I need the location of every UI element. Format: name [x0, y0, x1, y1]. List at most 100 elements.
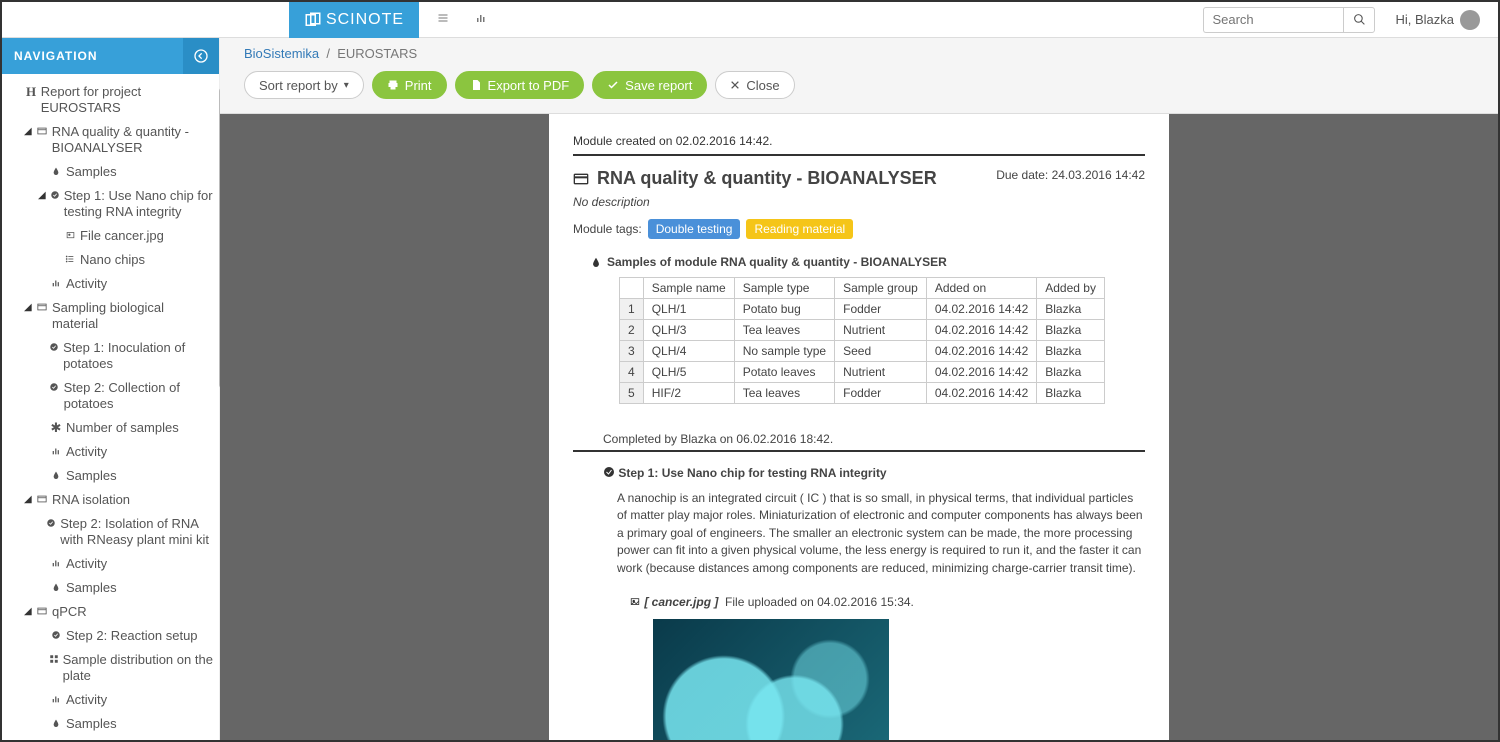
breadcrumb-org[interactable]: BioSistemika	[244, 46, 319, 61]
image-icon	[629, 597, 641, 607]
topbar: SCINOTE Hi, Blazka	[2, 2, 1498, 38]
samples-table: Sample nameSample typeSample groupAdded …	[619, 277, 1105, 404]
nav-item[interactable]: ◢Sampling biological material	[24, 296, 215, 336]
nav-item-label: Samples	[66, 716, 117, 732]
collapse-icon	[193, 48, 209, 64]
nav-item[interactable]: HReport for project EUROSTARS	[14, 80, 215, 120]
print-icon	[387, 79, 399, 91]
credit-card-icon	[573, 171, 589, 187]
nav-item-label: File cancer.jpg	[80, 228, 164, 244]
file-row: [ cancer.jpg ] File uploaded on 04.02.20…	[629, 595, 1145, 609]
search-button[interactable]	[1343, 7, 1375, 33]
nav-item-label: Activity	[66, 444, 107, 460]
nav-item-label: Step 2: Isolation of RNA with RNeasy pla…	[60, 516, 213, 548]
nav-item[interactable]: Activity	[38, 688, 215, 712]
nav-item-label: qPCR	[52, 604, 87, 620]
close-button[interactable]: Close	[715, 71, 794, 99]
breadcrumb: BioSistemika / EUROSTARS	[220, 38, 1498, 61]
nav-item-icon	[64, 252, 76, 268]
search-input[interactable]	[1203, 7, 1343, 33]
activities-icon[interactable]	[475, 12, 495, 27]
nav-item-label: Samples	[66, 468, 117, 484]
nav-item-icon	[36, 604, 48, 620]
nav-item-icon	[49, 340, 59, 356]
sidebar-header: NAVIGATION	[2, 38, 219, 74]
nav-item-label: Sample distribution on the plate	[63, 652, 213, 684]
tags-label: Module tags:	[573, 222, 642, 236]
search-wrap	[1203, 7, 1375, 33]
nav-item-label: Step 1: Inoculation of potatoes	[63, 340, 213, 372]
nav-item-icon	[36, 300, 48, 316]
nav-item[interactable]: ◢ Step 1: Use Nano chip for testing RNA i…	[38, 184, 215, 224]
step-completed: Completed by Blazka on 06.02.2016 18:42.	[573, 404, 1145, 452]
nav-item-icon	[50, 188, 60, 204]
nav-item-label: Report for project EUROSTARS	[41, 84, 213, 116]
nav-item-label: RNA quality & quantity - BIOANALYSER	[52, 124, 213, 156]
nav-item[interactable]: File cancer.jpg	[52, 224, 215, 248]
table-row: 2QLH/3Tea leavesNutrient04.02.2016 14:42…	[620, 320, 1105, 341]
nav-item-label: Sampling biological material	[52, 300, 213, 332]
nav-item-icon	[50, 716, 62, 732]
nav-item[interactable]: Step 2: Collection of potatoes	[38, 376, 215, 416]
step-icon	[603, 466, 615, 478]
step-title: Step 1: Use Nano chip for testing RNA in…	[603, 466, 1145, 480]
brand-logo[interactable]: SCINOTE	[289, 2, 419, 38]
nav-item[interactable]: Samples	[38, 712, 215, 736]
sidebar-title: NAVIGATION	[14, 49, 98, 63]
save-report-button[interactable]: Save report	[592, 71, 707, 99]
caret-icon: ◢	[38, 188, 46, 204]
nav-item[interactable]: Step 1: Inoculation of potatoes	[38, 336, 215, 376]
step-description: A nanochip is an integrated circuit ( IC…	[617, 490, 1145, 577]
nav-item[interactable]: Activity	[38, 272, 215, 296]
nav-item-label: Number of samples	[66, 420, 179, 436]
nav-item[interactable]: ◢ RNA isolation	[24, 488, 215, 512]
brand-text: SCINOTE	[326, 11, 404, 29]
nav-item-label: RNA isolation	[52, 492, 130, 508]
check-icon	[607, 79, 619, 91]
tag: Double testing	[648, 219, 741, 239]
nav-item[interactable]: ◢Data analysis - ddCq	[24, 736, 215, 740]
caret-icon: ◢	[24, 492, 32, 508]
table-row: 3QLH/4No sample typeSeed04.02.2016 14:42…	[620, 341, 1105, 362]
avatar	[1460, 10, 1480, 30]
nav-item-label: Samples	[66, 164, 117, 180]
sort-report-button[interactable]: Sort report by▾	[244, 71, 364, 99]
nav-item-label: Nano chips	[80, 252, 145, 268]
module-created: Module created on 02.02.2016 14:42.	[573, 128, 1145, 156]
table-header: Sample name	[643, 278, 734, 299]
export-pdf-button[interactable]: Export to PDF	[455, 71, 585, 99]
nav-item[interactable]: Nano chips	[52, 248, 215, 272]
table-header: Added on	[926, 278, 1036, 299]
file-image-preview	[653, 619, 889, 740]
nav-item[interactable]: Step 2: Reaction setup	[38, 624, 215, 648]
report-canvas[interactable]: Module created on 02.02.2016 14:42. RNA …	[220, 114, 1498, 740]
nav-item-icon	[50, 468, 62, 484]
nav-item[interactable]: ✱Number of samples	[38, 416, 215, 440]
nav-item-icon	[64, 228, 76, 244]
user-menu[interactable]: Hi, Blazka	[1395, 10, 1480, 30]
nav-item-icon	[49, 652, 59, 668]
user-greeting: Hi, Blazka	[1395, 12, 1454, 27]
nav-item-icon	[50, 628, 62, 644]
table-row: 1QLH/1Potato bugFodder04.02.2016 14:42Bl…	[620, 299, 1105, 320]
nav-item-icon	[50, 580, 62, 596]
nav-item[interactable]: Samples	[38, 464, 215, 488]
nav-item[interactable]: Activity	[38, 552, 215, 576]
nav-item[interactable]: ◢ RNA quality & quantity - BIOANALYSER	[24, 120, 215, 160]
nav-item[interactable]: ◢qPCR	[24, 600, 215, 624]
toolbar: Sort report by▾ Print Export to PDF Save…	[220, 61, 1498, 113]
nav-item[interactable]: Activity	[38, 440, 215, 464]
table-row: 4QLH/5Potato leavesNutrient04.02.2016 14…	[620, 362, 1105, 383]
nav-item-label: Step 1: Use Nano chip for testing RNA in…	[64, 188, 213, 220]
nav-item[interactable]: Sample distribution on the plate	[38, 648, 215, 688]
nav-item-icon	[50, 164, 62, 180]
print-button[interactable]: Print	[372, 71, 447, 99]
nav-item-label: Step 2: Collection of potatoes	[64, 380, 213, 412]
caret-icon: ◢	[24, 124, 32, 140]
nav-item[interactable]: Samples	[38, 160, 215, 184]
caret-down-icon: ▾	[344, 80, 349, 91]
menu-icon[interactable]	[437, 12, 457, 27]
sidebar-collapse-button[interactable]	[183, 38, 219, 74]
nav-item[interactable]: Samples	[38, 576, 215, 600]
nav-item[interactable]: Step 2: Isolation of RNA with RNeasy pla…	[38, 512, 215, 552]
